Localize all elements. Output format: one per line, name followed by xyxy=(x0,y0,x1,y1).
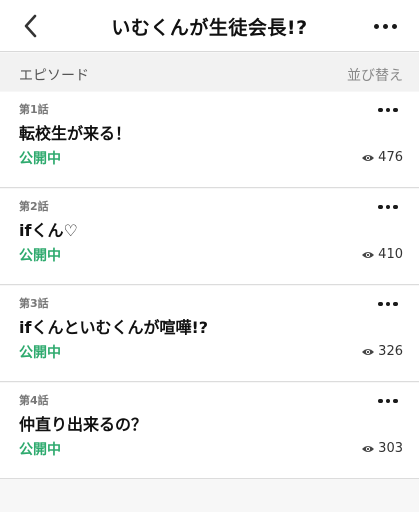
more-dot xyxy=(385,398,391,404)
episode-number: 第1話 xyxy=(19,103,49,116)
episode-item[interactable]: 第3話 ifくんといむくんが喧嘩!? 公開中 326 xyxy=(0,286,419,382)
more-horizontal-icon xyxy=(378,204,383,210)
episode-more-button[interactable] xyxy=(375,393,401,409)
episode-number: 第4話 xyxy=(19,394,49,407)
more-horizontal-icon xyxy=(378,301,383,307)
more-dot xyxy=(385,204,391,210)
episode-more-button[interactable] xyxy=(375,102,401,118)
view-count: 326 xyxy=(361,344,403,359)
more-dot xyxy=(391,23,397,29)
back-button[interactable] xyxy=(14,10,46,42)
more-horizontal-icon xyxy=(378,107,383,113)
eye-icon xyxy=(362,251,375,258)
more-dot xyxy=(385,107,391,113)
episode-title: 仲直り出来るの？ xyxy=(19,415,148,434)
view-count: 476 xyxy=(361,150,403,165)
view-count: 303 xyxy=(361,441,403,456)
eye-icon xyxy=(362,348,375,355)
episode-title: ifくん♡ xyxy=(19,221,78,240)
episode-number: 第3話 xyxy=(19,297,49,310)
header-more-button[interactable] xyxy=(369,14,401,38)
view-count-value: 326 xyxy=(378,344,403,359)
more-dot xyxy=(382,23,388,29)
more-dot xyxy=(385,301,391,307)
episode-item[interactable]: 第4話 仲直り出来るの？ 公開中 303 xyxy=(0,383,419,479)
more-dot xyxy=(393,204,398,210)
chevron-left-icon xyxy=(24,14,37,38)
episode-status: 公開中 xyxy=(19,151,61,167)
episode-title: ifくんといむくんが喧嘩!? xyxy=(19,318,209,337)
more-dot xyxy=(393,301,398,307)
section-header: エピソード 並び替え xyxy=(0,53,419,91)
more-dot xyxy=(393,398,398,404)
more-dot xyxy=(393,107,398,113)
view-count-value: 303 xyxy=(378,441,403,456)
episode-item[interactable]: 第2話 ifくん♡ 公開中 410 xyxy=(0,189,419,285)
view-count-value: 476 xyxy=(378,150,403,165)
episode-status: 公開中 xyxy=(19,442,61,458)
episode-more-button[interactable] xyxy=(375,296,401,312)
view-count-value: 410 xyxy=(378,247,403,262)
episode-number: 第2話 xyxy=(19,200,49,213)
view-count: 410 xyxy=(361,247,403,262)
sort-button[interactable]: 並び替え xyxy=(347,65,403,85)
eye-icon xyxy=(362,445,375,452)
more-horizontal-icon xyxy=(373,23,379,29)
episode-status: 公開中 xyxy=(19,345,61,361)
episode-title: 転校生が来る！ xyxy=(19,124,132,143)
eye-icon xyxy=(362,154,375,161)
page-title: いむくんが生徒会長!? xyxy=(111,16,308,39)
top-bar: いむくんが生徒会長!? xyxy=(0,0,419,52)
more-horizontal-icon xyxy=(378,398,383,404)
episode-item[interactable]: 第1話 転校生が来る！ 公開中 476 xyxy=(0,92,419,188)
episode-more-button[interactable] xyxy=(375,199,401,215)
episode-status: 公開中 xyxy=(19,248,61,264)
section-label: エピソード xyxy=(19,68,89,84)
